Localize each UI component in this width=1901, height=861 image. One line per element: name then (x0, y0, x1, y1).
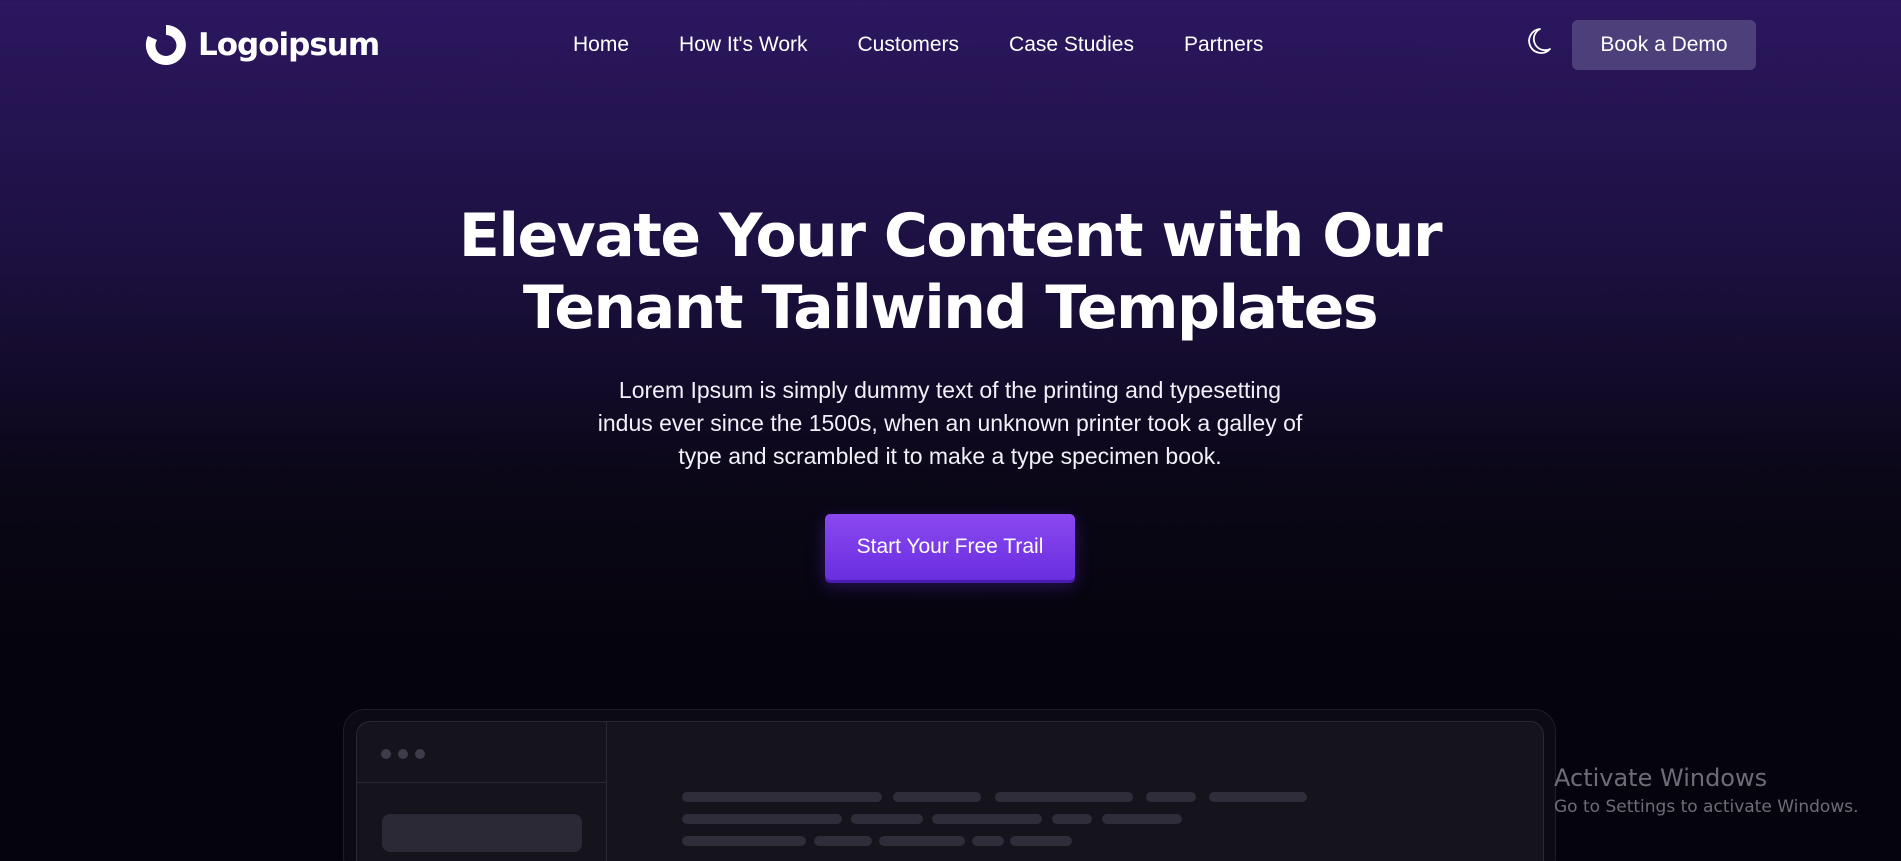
skeleton-line (1010, 836, 1072, 846)
hero-title-line-1: Elevate Your Content with Our (458, 201, 1443, 271)
hero-description-line-1: Lorem Ipsum is simply dummy text of the … (618, 377, 1282, 403)
nav-link-home[interactable]: Home (573, 33, 629, 57)
hero-description-line-2: indus ever since the 1500s, when an unkn… (597, 410, 1303, 436)
logo-icon (145, 25, 186, 65)
hero-description: Lorem Ipsum is simply dummy text of the … (570, 374, 1330, 473)
skeleton-line (851, 814, 923, 824)
skeleton-line (682, 836, 806, 846)
skeleton-line (814, 836, 872, 846)
moon-icon (1528, 28, 1551, 54)
preview-titlebar (357, 722, 607, 783)
window-dot (398, 749, 408, 759)
skeleton-line (932, 814, 1042, 824)
activate-windows-title: Activate Windows (1554, 764, 1768, 792)
start-free-trial-button[interactable]: Start Your Free Trail (825, 514, 1075, 580)
skeleton-line (1146, 792, 1196, 802)
skeleton-line (893, 792, 981, 802)
window-dot (415, 749, 425, 759)
skeleton-line (995, 792, 1133, 802)
sidebar-placeholder-item (382, 814, 582, 852)
skeleton-line (972, 836, 1004, 846)
skeleton-line (1209, 792, 1307, 802)
hero-title-line-2: Tenant Tailwind Templates (522, 273, 1379, 343)
nav-link-customers[interactable]: Customers (858, 33, 960, 57)
preview-sidebar (357, 722, 607, 861)
hero-description-line-3: type and scrambled it to make a type spe… (678, 443, 1222, 469)
logo-text: Logoipsum (198, 27, 380, 63)
skeleton-line (682, 814, 842, 824)
site-header: Logoipsum Home How It's Work Customers C… (0, 0, 1901, 90)
skeleton-line (879, 836, 965, 846)
nav-link-case-studies[interactable]: Case Studies (1009, 33, 1134, 57)
logo[interactable]: Logoipsum (144, 22, 380, 68)
book-demo-button[interactable]: Book a Demo (1572, 20, 1756, 70)
main-nav: Home How It's Work Customers Case Studie… (573, 30, 1263, 60)
nav-link-how-its-work[interactable]: How It's Work (679, 33, 807, 57)
activate-windows-subtitle: Go to Settings to activate Windows. (1554, 797, 1859, 817)
theme-toggle[interactable] (1524, 24, 1554, 58)
hero-title: Elevate Your Content with Our Tenant Tai… (400, 200, 1500, 344)
skeleton-line (1052, 814, 1092, 824)
nav-link-partners[interactable]: Partners (1184, 33, 1263, 57)
app-preview-window (356, 721, 1544, 861)
skeleton-line (1102, 814, 1182, 824)
window-dot (381, 749, 391, 759)
skeleton-line (682, 792, 882, 802)
